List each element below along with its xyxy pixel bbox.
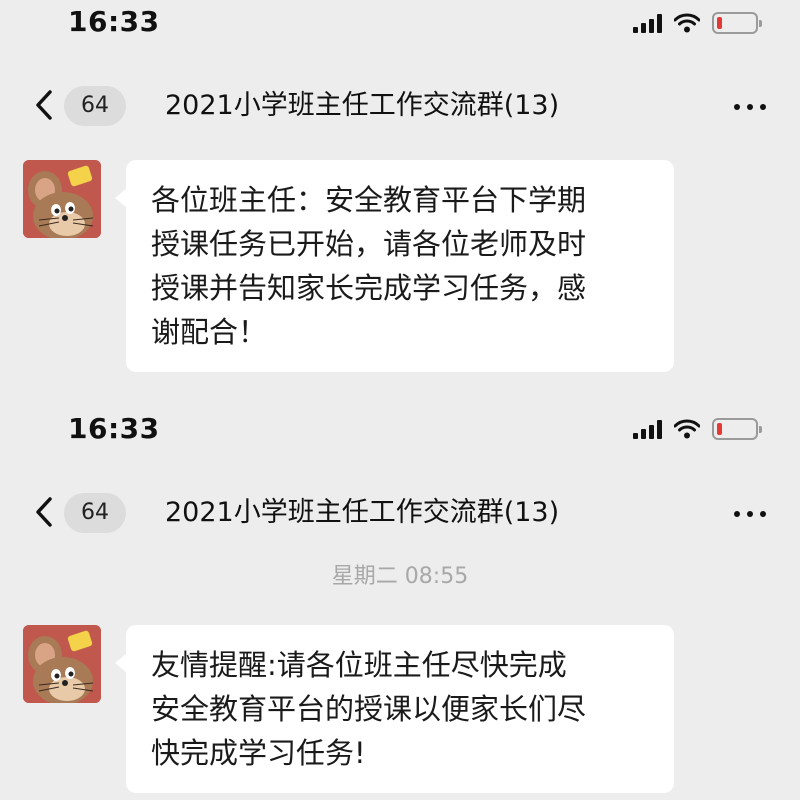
message-bubble[interactable]: 友情提醒:请各位班主任尽快完成 安全教育平台的授课以便家长们尽 快完成学习任务! — [115, 625, 674, 793]
message-bubble[interactable]: 各位班主任：安全教育平台下学期 授课任务已开始，请各位老师及时 授课并告知家长完… — [115, 160, 674, 372]
signal-icon — [633, 13, 662, 33]
unread-count-badge[interactable]: 64 — [64, 493, 126, 533]
back-chevron-icon[interactable] — [30, 84, 60, 126]
status-time: 16:33 — [68, 412, 160, 445]
back-chevron-icon[interactable] — [30, 491, 60, 533]
status-icons — [633, 12, 762, 34]
nav-bar: 64 2021小学班主任工作交流群(13) — [0, 477, 800, 547]
status-bar: 16:33 — [0, 400, 800, 450]
more-options-icon[interactable] — [734, 511, 766, 517]
cartoon-mouse-icon — [23, 160, 101, 238]
wifi-icon — [674, 13, 700, 33]
sender-avatar[interactable] — [23, 625, 101, 703]
status-bar: 16:33 — [0, 0, 800, 50]
chat-screen-1: 16:33 64 2021小学班主任工作交流群(13) 各位班主任：安全教育平台… — [0, 0, 800, 400]
battery-icon — [712, 12, 762, 34]
nav-bar: 64 2021小学班主任工作交流群(13) — [0, 70, 800, 140]
chat-title: 2021小学班主任工作交流群(13) — [165, 497, 560, 528]
cartoon-mouse-icon — [23, 625, 101, 703]
sender-avatar[interactable] — [23, 160, 101, 238]
wifi-icon — [674, 419, 700, 439]
status-icons — [633, 418, 762, 440]
more-options-icon[interactable] — [734, 104, 766, 110]
chat-screen-2: 16:33 64 2021小学班主任工作交流群(13) 星期二 08:55 友情… — [0, 400, 800, 800]
message-timestamp: 星期二 08:55 — [331, 564, 469, 589]
signal-icon — [633, 419, 662, 439]
chat-title: 2021小学班主任工作交流群(13) — [165, 90, 560, 121]
unread-count-badge[interactable]: 64 — [64, 86, 126, 126]
status-time: 16:33 — [68, 5, 160, 38]
battery-icon — [712, 418, 762, 440]
